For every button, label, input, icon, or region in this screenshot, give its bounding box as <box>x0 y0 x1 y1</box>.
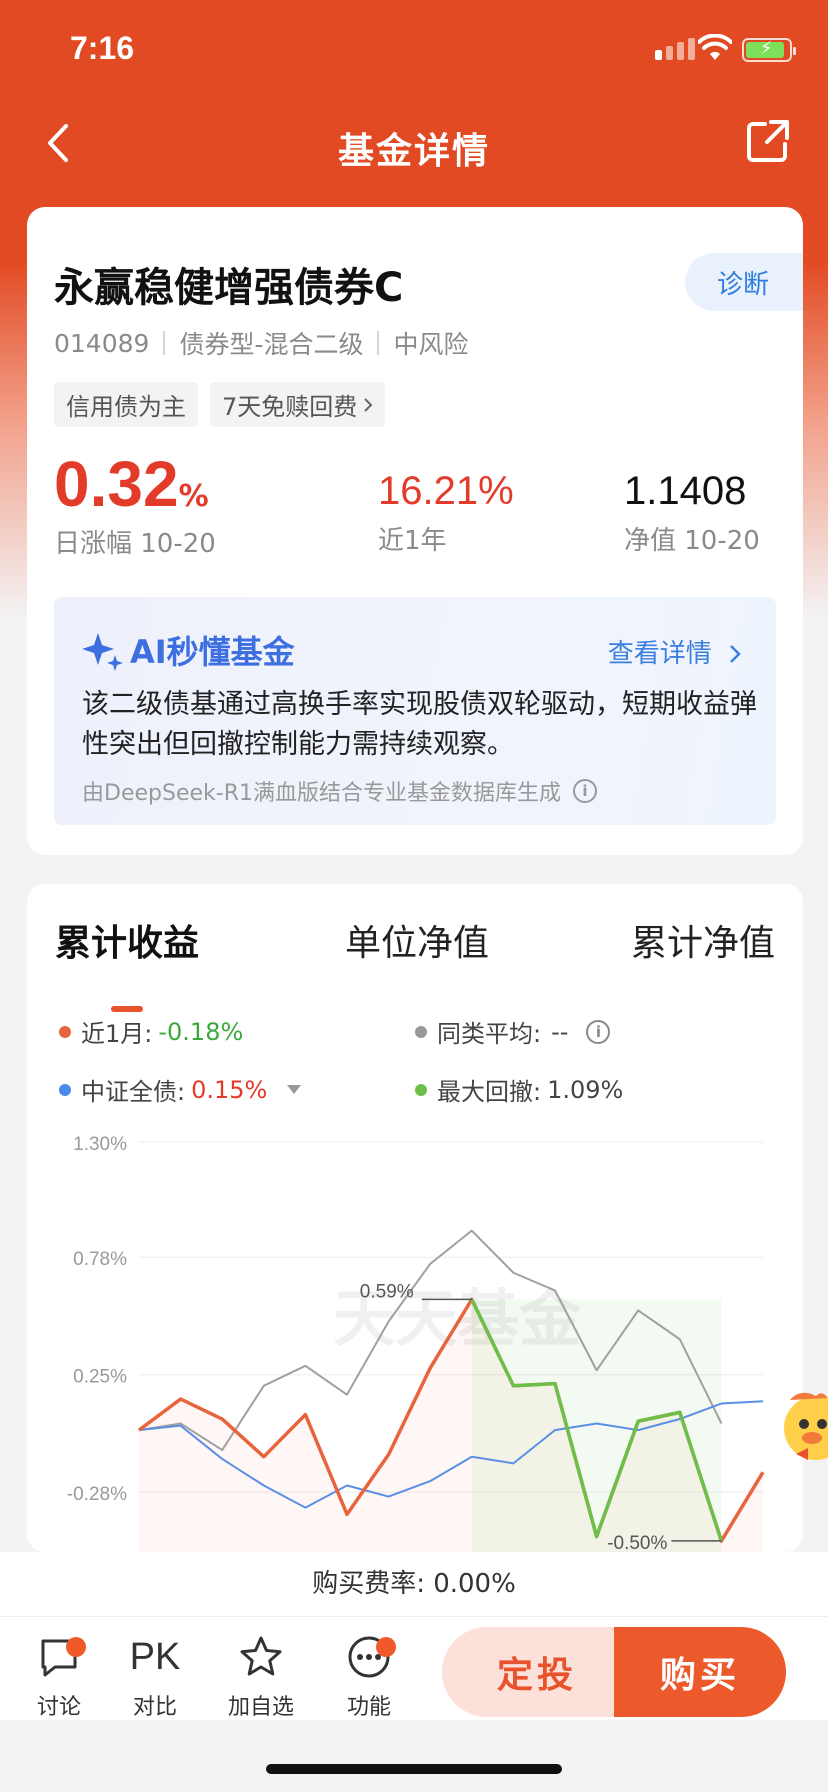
tab-unit-nav[interactable]: 单位净值 <box>345 914 489 966</box>
mascot-icon[interactable] <box>776 1388 828 1468</box>
tab-indicator <box>111 1006 143 1012</box>
y-tick-label: 0.78% <box>73 1249 127 1270</box>
fund-metrics: 0.32% 日涨幅 10-20 16.21% 近1年 1.1408 净值 10-… <box>54 447 774 577</box>
discuss-button[interactable]: 讨论 <box>14 1631 104 1721</box>
ai-summary-text: 该二级债基通过高换手率实现股债双轮驱动，短期收益弹性突出但回撤控制能力需持续观察… <box>82 689 757 760</box>
status-time: 7:16 <box>70 30 135 66</box>
battery-icon: ⚡ <box>742 38 796 62</box>
metric-daily-change: 0.32% 日涨幅 10-20 <box>54 448 216 559</box>
fund-name: 永赢稳健增强债券C <box>54 265 404 311</box>
ai-view-details-link[interactable]: 查看详情 <box>608 633 742 670</box>
tag-redemption-fee[interactable]: 7天免赎回费 <box>210 382 386 427</box>
dropdown-caret-icon[interactable] <box>287 1085 302 1094</box>
star-icon <box>240 1636 282 1676</box>
tab-cumulative-return[interactable]: 累计收益 <box>55 914 199 966</box>
ai-summary-box[interactable]: AI秒懂基金 查看详情 该二级债基通过高换手率实现股债双轮驱动，短期收益弹性突出… <box>54 597 776 825</box>
chart-tabs: 累计收益 单位净值 累计净值 <box>27 914 803 1012</box>
tag-credit-bond: 信用债为主 <box>54 382 198 427</box>
chevron-right-icon <box>364 397 373 412</box>
auto-invest-button[interactable]: 定投 <box>442 1627 632 1717</box>
notification-badge <box>376 1637 396 1657</box>
info-icon[interactable]: i <box>586 1019 611 1044</box>
wifi-icon <box>698 34 732 60</box>
ai-title: AI秒懂基金 <box>82 627 295 673</box>
fund-summary-card: 永赢稳健增强债券C 诊断 014089 债券型-混合二级 中风险 信用债为主 7… <box>27 207 803 597</box>
add-watchlist-button[interactable]: 加自选 <box>216 1631 306 1721</box>
page-title: 基金详情 <box>337 131 490 172</box>
y-tick-label: 0.25% <box>73 1367 127 1388</box>
home-indicator <box>266 1764 562 1774</box>
buy-button[interactable]: 购买 <box>614 1627 786 1717</box>
annotation-max-label: 0.59% <box>360 1281 414 1302</box>
legend-peer-average: 同类平均: -- i <box>415 1014 611 1049</box>
y-tick-label: -0.28% <box>67 1484 127 1505</box>
chevron-right-icon <box>730 645 741 663</box>
legend-max-drawdown: 最大回撤: 1.09% <box>415 1072 623 1107</box>
legend-one-month: 近1月: -0.18% <box>59 1014 243 1049</box>
bottom-action-bar: 讨论 PK 对比 加自选 功能 定投 购买 <box>0 1616 828 1720</box>
chart-card: 累计收益 单位净值 累计净值 近1月: -0.18% 同类平均: -- i 中证全债… <box>27 884 803 1552</box>
metric-one-year: 16.21% 近1年 <box>378 469 514 556</box>
sparkle-icon <box>82 633 123 671</box>
fund-code: 014089 <box>54 328 150 358</box>
return-chart[interactable]: 1.30%0.78%0.25%-0.28%天天基金0.59%-0.50% <box>27 1134 803 1552</box>
fund-tags: 信用债为主 7天免赎回费 <box>54 382 386 427</box>
fund-type: 债券型-混合二级 <box>179 330 364 359</box>
ai-footer: 由DeepSeek-R1满血版结合专业基金数据库生成 i <box>82 775 597 807</box>
navigation-bar: 基金详情 <box>0 100 828 190</box>
signal-icon <box>655 38 695 60</box>
annotation-min-label: -0.50% <box>607 1533 667 1552</box>
tab-cumulative-nav[interactable]: 累计净值 <box>631 914 775 966</box>
legend-index[interactable]: 中证全债: 0.15% <box>59 1072 302 1107</box>
pk-icon: PK <box>129 1635 181 1678</box>
ai-section: AI秒懂基金 查看详情 该二级债基通过高换手率实现股债双轮驱动，短期收益弹性突出… <box>27 597 803 855</box>
y-tick-label: 1.30% <box>73 1134 127 1155</box>
fund-meta: 014089 债券型-混合二级 中风险 <box>54 325 468 361</box>
share-icon[interactable] <box>745 118 791 164</box>
function-button[interactable]: 功能 <box>324 1631 414 1721</box>
diagnose-button[interactable]: 诊断 <box>685 253 803 311</box>
fund-risk: 中风险 <box>393 330 469 359</box>
status-bar: 7:16 ⚡ <box>0 0 828 100</box>
compare-button[interactable]: PK 对比 <box>110 1631 200 1721</box>
info-icon[interactable]: i <box>572 779 597 803</box>
metric-net-value: 1.1408 净值 10-20 <box>624 469 760 556</box>
notification-badge <box>66 1637 86 1657</box>
purchase-fee: 购买费率: 0.00% <box>0 1552 828 1616</box>
chart-legend: 近1月: -0.18% 同类平均: -- i 中证全债: 0.15% 最大回撤: 1.0… <box>27 1014 803 1134</box>
